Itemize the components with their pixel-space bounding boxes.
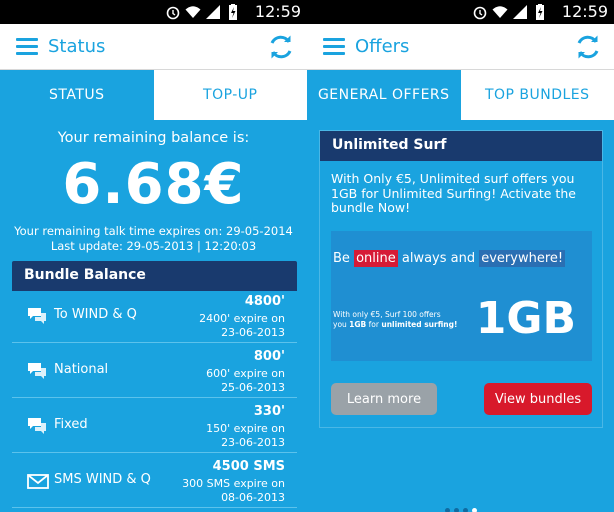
page-title: Status bbox=[48, 36, 106, 57]
alarm-icon bbox=[166, 6, 180, 20]
bundle-row-national[interactable]: National 800' 600' expire on 25-06-2013 bbox=[12, 346, 297, 398]
banner-small-text: With only €5, Surf 100 offers bbox=[333, 310, 441, 319]
tab-bar: STATUS TOP-UP bbox=[0, 70, 307, 120]
clock: 12:59 bbox=[254, 2, 301, 21]
bundle-name: Fixed bbox=[54, 417, 88, 432]
status-screen: 12:59 Status STATUS TOP-UP Your remainin… bbox=[0, 0, 307, 512]
page-dot[interactable] bbox=[444, 508, 450, 512]
signal-icon bbox=[513, 5, 527, 19]
refresh-icon[interactable] bbox=[267, 33, 295, 61]
bundle-amount: 330' bbox=[253, 404, 285, 419]
bundle-amount: 4800' bbox=[244, 294, 285, 309]
offer-card: Unlimited Surf With Only €5, Unlimited s… bbox=[319, 130, 603, 428]
bundle-balance-header: Bundle Balance bbox=[12, 261, 297, 291]
tab-top-bundles[interactable]: TOP BUNDLES bbox=[460, 70, 614, 120]
tab-general-offers[interactable]: GENERAL OFFERS bbox=[307, 70, 461, 120]
view-bundles-button[interactable]: View bundles bbox=[484, 383, 592, 415]
bundle-expire-date: 25-06-2013 bbox=[221, 381, 285, 394]
tab-top-up[interactable]: TOP-UP bbox=[153, 70, 307, 120]
chat-bubbles-icon bbox=[28, 418, 46, 434]
signal-icon bbox=[206, 5, 220, 19]
banner-headline: Be online always and everywhere! bbox=[333, 250, 566, 267]
chat-bubbles-icon bbox=[28, 308, 46, 324]
bundle-row-to-wind-q[interactable]: To WIND & Q 4800' 2400' expire on 23-06-… bbox=[12, 291, 297, 343]
offer-banner[interactable]: Be online always and everywhere! With on… bbox=[331, 231, 592, 361]
last-update: Last update: 29-05-2013 | 12:20:03 bbox=[50, 239, 257, 253]
balance-caption: Your remaining balance is: bbox=[57, 130, 250, 146]
bundle-expire-amount: 300 SMS expire on bbox=[182, 477, 285, 490]
tab-bar: GENERAL OFFERS TOP BUNDLES bbox=[307, 70, 614, 120]
bundle-name: To WIND & Q bbox=[54, 307, 137, 322]
bundle-expire-amount: 600' expire on bbox=[206, 367, 285, 380]
bundle-amount: 800' bbox=[253, 349, 285, 364]
wifi-icon bbox=[185, 6, 201, 18]
alarm-icon bbox=[473, 6, 487, 20]
page-indicator bbox=[307, 498, 614, 512]
battery-icon bbox=[229, 4, 237, 20]
battery-icon bbox=[536, 4, 544, 20]
bundle-expire-date: 23-06-2013 bbox=[221, 326, 285, 339]
learn-more-button[interactable]: Learn more bbox=[331, 383, 437, 415]
bundle-expire-date: 23-06-2013 bbox=[221, 436, 285, 449]
status-bar: 12:59 bbox=[0, 0, 307, 24]
page-dot-active[interactable] bbox=[471, 508, 477, 512]
page-dot[interactable] bbox=[453, 508, 459, 512]
bundle-expire-amount: 2400' expire on bbox=[199, 312, 285, 325]
bundle-name: National bbox=[54, 362, 109, 377]
banner-small-text: you 1GB for unlimited surfing! bbox=[333, 320, 458, 329]
status-bar: 12:59 bbox=[307, 0, 614, 24]
bundle-expire-date: 08-06-2013 bbox=[221, 491, 285, 504]
app-bar: Offers bbox=[307, 24, 614, 70]
offer-description: With Only €5, Unlimited surf offers you … bbox=[331, 171, 576, 215]
page-title: Offers bbox=[355, 36, 410, 57]
chat-bubbles-icon bbox=[28, 363, 46, 379]
wifi-icon bbox=[492, 6, 508, 18]
refresh-icon[interactable] bbox=[574, 33, 602, 61]
tab-status[interactable]: STATUS bbox=[0, 70, 154, 120]
page-dot[interactable] bbox=[462, 508, 468, 512]
offer-title: Unlimited Surf bbox=[320, 131, 602, 161]
bundle-amount: 4500 SMS bbox=[212, 459, 285, 474]
bundle-row-sms-wind-q[interactable]: SMS WIND & Q 4500 SMS 300 SMS expire on … bbox=[12, 456, 297, 508]
talk-time-expiry: Your remaining talk time expires on: 29-… bbox=[14, 224, 293, 238]
bundle-row-fixed[interactable]: Fixed 330' 150' expire on 23-06-2013 bbox=[12, 401, 297, 453]
clock: 12:59 bbox=[561, 2, 608, 21]
menu-icon[interactable] bbox=[16, 38, 38, 56]
offers-screen: 12:59 Offers GENERAL OFFERS TOP BUNDLES … bbox=[307, 0, 614, 512]
envelope-icon bbox=[27, 474, 49, 489]
menu-icon[interactable] bbox=[323, 38, 345, 56]
balance-amount: 6.68€ bbox=[62, 152, 245, 217]
bundle-expire-amount: 150' expire on bbox=[206, 422, 285, 435]
bundle-name: SMS WIND & Q bbox=[54, 472, 151, 487]
banner-1gb: 1GB bbox=[475, 293, 576, 344]
app-bar: Status bbox=[0, 24, 307, 70]
